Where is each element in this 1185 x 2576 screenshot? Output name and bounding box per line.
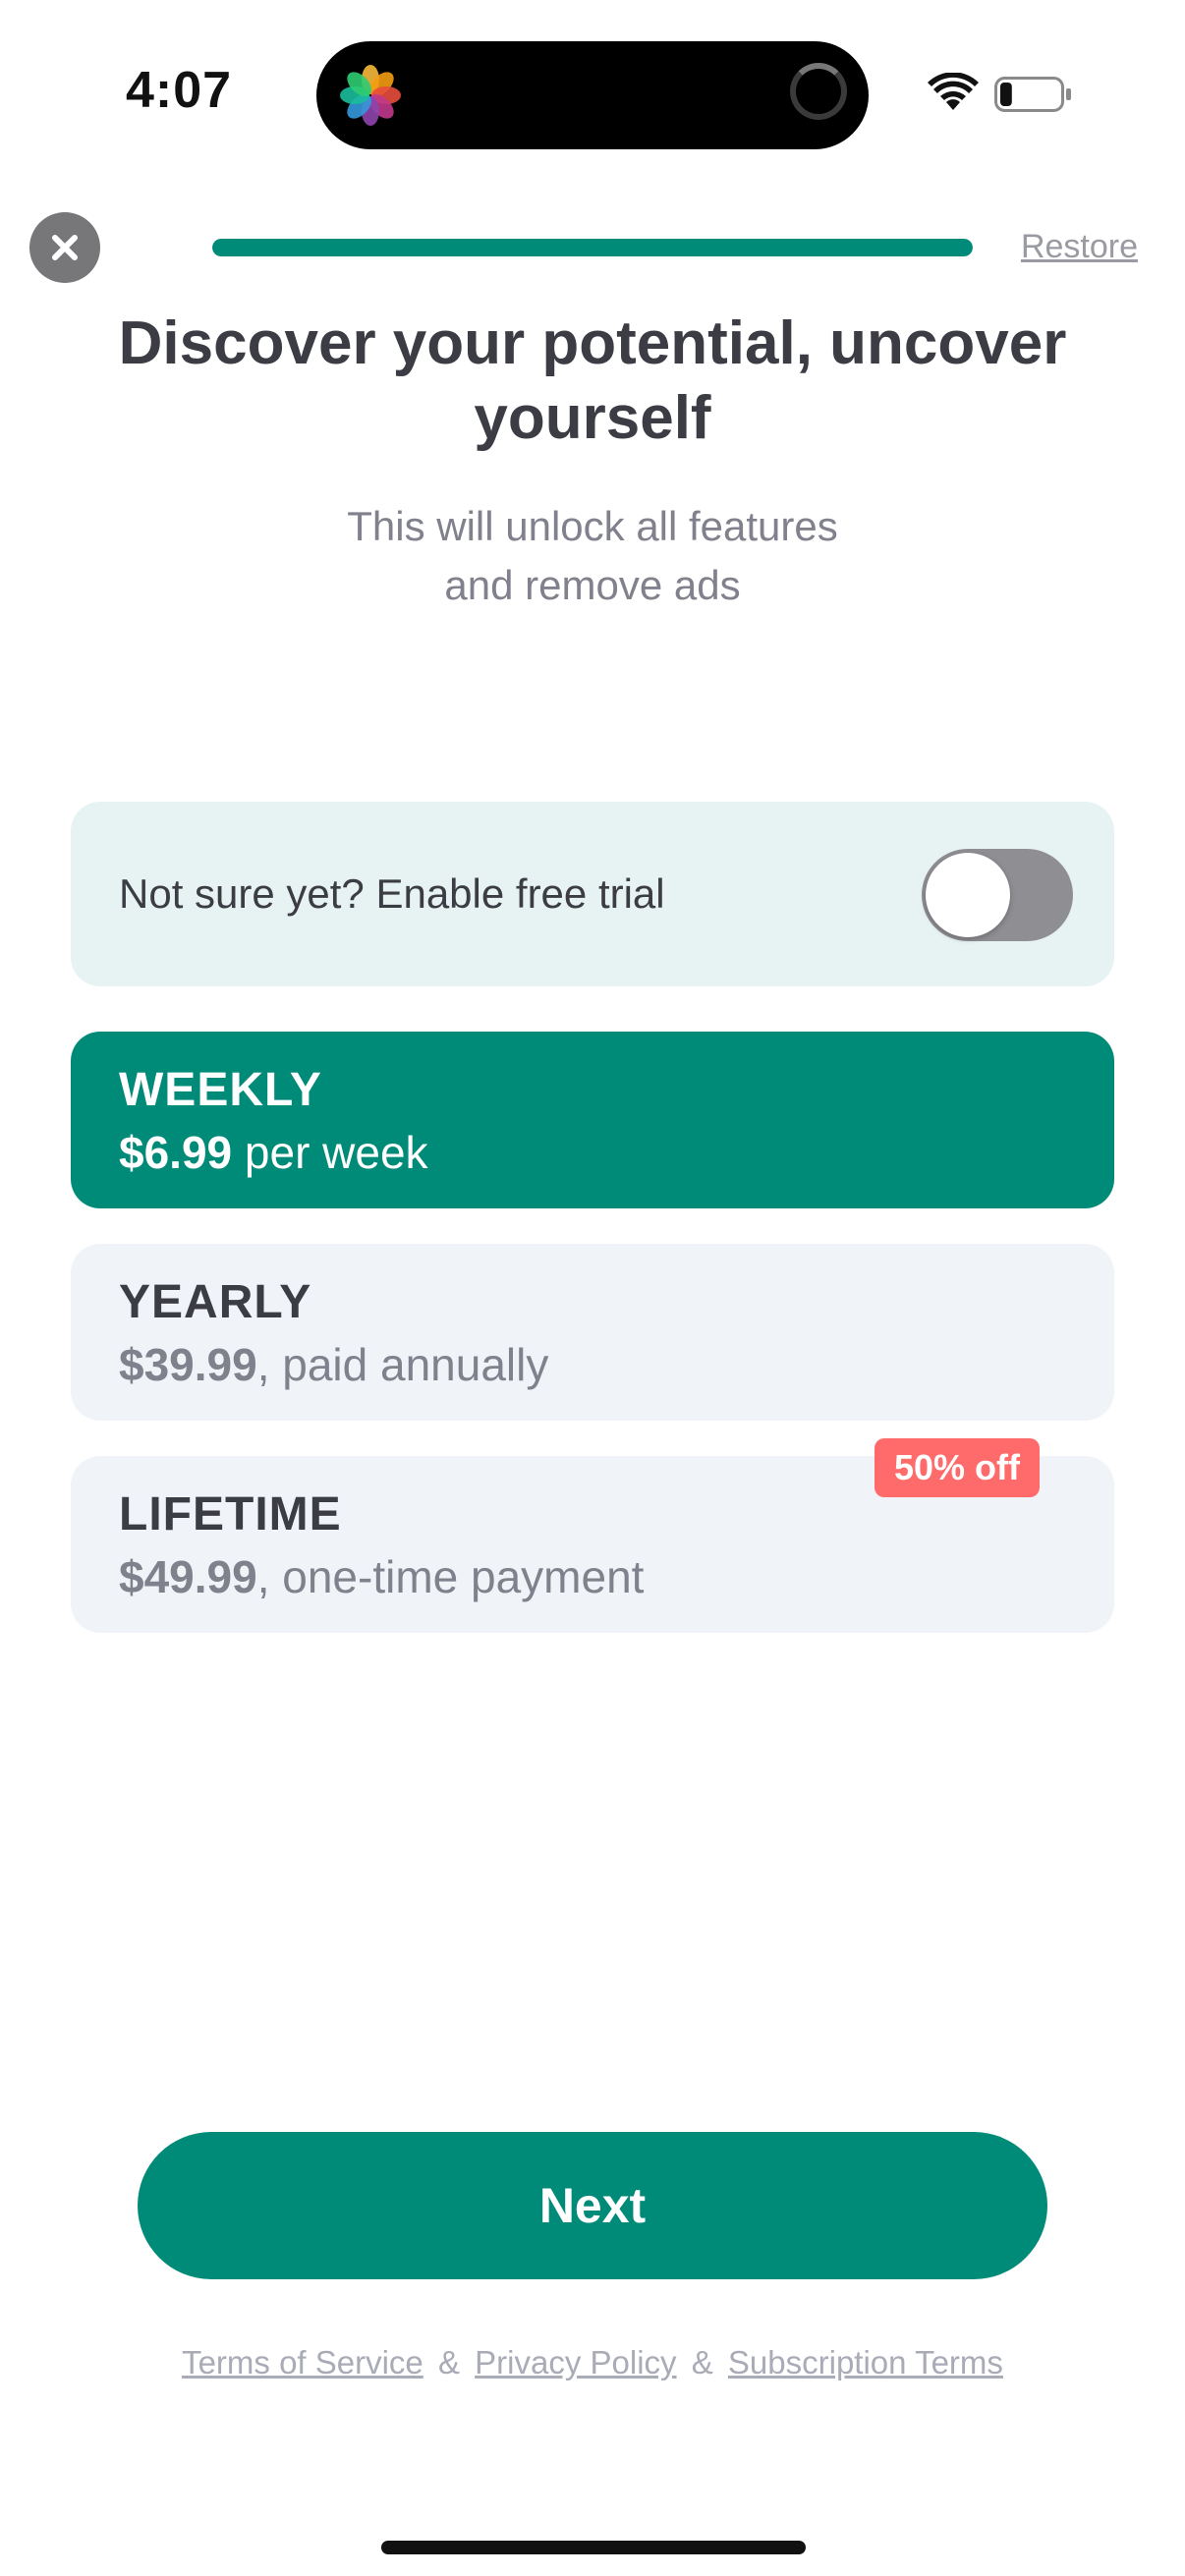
plan-price-suffix: per week: [232, 1127, 428, 1178]
plan-price: $6.99: [119, 1127, 233, 1178]
terms-of-service-link[interactable]: Terms of Service: [182, 2344, 423, 2380]
subscription-terms-link[interactable]: Subscription Terms: [728, 2344, 1003, 2380]
plan-name: LIFETIME: [119, 1488, 342, 1540]
free-trial-card: Not sure yet? Enable free trial: [71, 802, 1114, 986]
next-button[interactable]: Next: [138, 2132, 1047, 2279]
progress-bar-fill: [212, 239, 973, 256]
home-indicator[interactable]: [381, 2541, 806, 2554]
photos-icon: [340, 65, 401, 126]
progress-bar: [212, 239, 973, 256]
subtitle-line-1: This will unlock all features: [347, 503, 838, 549]
plan-weekly[interactable]: WEEKLY $6.99 per week: [71, 1032, 1114, 1208]
battery-low-icon: [994, 77, 1071, 112]
close-icon: [52, 235, 78, 260]
wifi-icon: [928, 73, 979, 110]
plan-price-line: $39.99, paid annually: [119, 1338, 548, 1391]
free-trial-label: Not sure yet? Enable free trial: [119, 870, 665, 917]
plan-price-suffix: , paid annually: [256, 1339, 549, 1390]
plan-price-suffix: , one-time payment: [256, 1551, 645, 1602]
plan-name: YEARLY: [119, 1276, 312, 1328]
privacy-policy-link[interactable]: Privacy Policy: [475, 2344, 676, 2380]
plan-price: $39.99: [119, 1339, 257, 1390]
plan-yearly[interactable]: YEARLY $39.99, paid annually: [71, 1244, 1114, 1421]
toggle-knob: [926, 853, 1010, 937]
plan-price-line: $6.99 per week: [119, 1126, 428, 1179]
dynamic-island: [316, 41, 869, 149]
status-bar: 4:07: [0, 0, 1185, 187]
footer-separator: &: [437, 2344, 460, 2380]
subtitle-line-2: and remove ads: [444, 562, 741, 608]
plan-name: WEEKLY: [119, 1064, 322, 1116]
free-trial-toggle[interactable]: [922, 849, 1073, 941]
plan-price-line: $49.99, one-time payment: [119, 1550, 644, 1603]
discount-badge: 50% off: [875, 1438, 1041, 1497]
spinner-icon: [790, 63, 847, 120]
footer-links: Terms of Service & Privacy Policy & Subs…: [0, 2344, 1185, 2381]
status-time: 4:07: [126, 62, 233, 119]
footer-separator: &: [691, 2344, 713, 2380]
restore-link[interactable]: Restore: [1021, 228, 1138, 266]
page-title: Discover your potential, uncover yoursel…: [118, 309, 1067, 452]
plan-price: $49.99: [119, 1551, 257, 1602]
close-button[interactable]: [29, 212, 100, 283]
page-subtitle: This will unlock all features and remove…: [147, 497, 1038, 615]
